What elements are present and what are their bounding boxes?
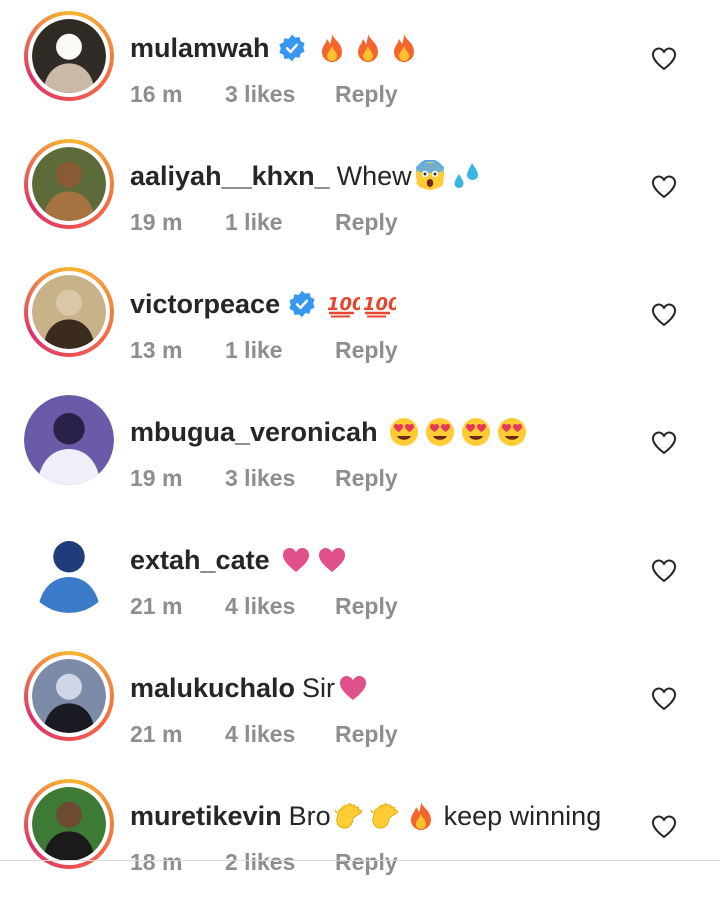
heart-eyes-emoji-icon bbox=[388, 416, 420, 448]
comment-row: mbugua_veronicah 19 m 3 likes Reply bbox=[0, 395, 720, 540]
comment-time: 18 m bbox=[130, 848, 183, 875]
comment-row: mulamwah 16 m 3 likes Reply bbox=[0, 11, 720, 156]
emoji-group bbox=[333, 800, 437, 832]
comment-meta: 18 m 2 likes Reply bbox=[130, 842, 398, 882]
comment-meta: 13 m 1 like Reply bbox=[130, 330, 398, 370]
comment-time: 19 m bbox=[130, 208, 183, 235]
reply-button[interactable]: Reply bbox=[335, 81, 398, 108]
comment-line: muretikevin Bro keep winning bbox=[130, 796, 601, 836]
comment-line: aaliyah__khxn_ Whew bbox=[130, 156, 482, 196]
avatar[interactable] bbox=[24, 11, 114, 101]
emoji-group bbox=[414, 159, 482, 192]
verified-badge-icon bbox=[278, 34, 306, 62]
comment-time: 19 m bbox=[130, 464, 183, 491]
face-screaming-emoji-icon bbox=[414, 159, 446, 192]
comment-line: extah_cate bbox=[130, 540, 348, 580]
comment-time: 21 m bbox=[130, 720, 183, 747]
heart-outline-icon[interactable] bbox=[650, 429, 678, 457]
comment-row: victorpeace 100100 13 m 1 like Reply bbox=[0, 267, 720, 412]
reply-button[interactable]: Reply bbox=[335, 849, 398, 876]
comment-time: 16 m bbox=[130, 80, 183, 107]
likes-count[interactable]: 4 likes bbox=[225, 721, 335, 748]
heart-outline-icon[interactable] bbox=[650, 45, 678, 73]
comment-line: victorpeace 100100 bbox=[130, 284, 401, 324]
fire-emoji-icon bbox=[352, 32, 384, 64]
hundred-emoji-icon: 100 bbox=[326, 288, 365, 320]
username[interactable]: mulamwah bbox=[130, 33, 270, 64]
heart-outline-icon[interactable] bbox=[650, 813, 678, 841]
heart-outline-icon[interactable] bbox=[650, 301, 678, 329]
likes-count[interactable]: 3 likes bbox=[225, 465, 335, 492]
comment-row: extah_cate 21 m 4 likes Reply bbox=[0, 523, 720, 668]
avatar[interactable] bbox=[24, 523, 114, 613]
comment-text-after: keep winning bbox=[443, 800, 602, 831]
comment-meta: 19 m 3 likes Reply bbox=[130, 458, 398, 498]
avatar[interactable] bbox=[24, 779, 114, 869]
heart-eyes-emoji-icon bbox=[424, 416, 456, 448]
likes-count[interactable]: 4 likes bbox=[225, 593, 335, 620]
comment-meta: 19 m 1 like Reply bbox=[130, 202, 398, 242]
hundred-emoji-icon: 100 bbox=[362, 288, 401, 320]
comment-text: Sir bbox=[302, 672, 336, 703]
comment-line: malukuchalo Sir bbox=[130, 668, 369, 708]
comment-meta: 16 m 3 likes Reply bbox=[130, 74, 398, 114]
reply-button[interactable]: Reply bbox=[335, 337, 398, 364]
avatar[interactable] bbox=[24, 395, 114, 485]
likes-count[interactable]: 3 likes bbox=[225, 81, 335, 108]
verified-badge-icon bbox=[288, 290, 316, 318]
emoji-group bbox=[280, 544, 348, 576]
emoji-group bbox=[388, 416, 528, 448]
likes-count[interactable]: 1 like bbox=[225, 337, 335, 364]
emoji-group bbox=[316, 32, 420, 64]
reply-button[interactable]: Reply bbox=[335, 721, 398, 748]
reply-button[interactable]: Reply bbox=[335, 465, 398, 492]
username[interactable]: mbugua_veronicah bbox=[130, 417, 378, 448]
likes-count[interactable]: 1 like bbox=[225, 209, 335, 236]
reply-button[interactable]: Reply bbox=[335, 209, 398, 236]
username[interactable]: aaliyah__khxn_ bbox=[130, 161, 330, 192]
clapping-hands-emoji-icon bbox=[333, 800, 365, 832]
comment-line: mbugua_veronicah bbox=[130, 412, 528, 452]
fire-emoji-icon bbox=[405, 800, 437, 832]
username[interactable]: malukuchalo bbox=[130, 673, 295, 704]
clapping-hands-emoji-icon bbox=[369, 800, 401, 832]
avatar[interactable] bbox=[24, 139, 114, 229]
fire-emoji-icon bbox=[316, 32, 348, 64]
heart-eyes-emoji-icon bbox=[496, 416, 528, 448]
heart-eyes-emoji-icon bbox=[460, 416, 492, 448]
comment-time: 21 m bbox=[130, 592, 183, 619]
comment-time: 13 m bbox=[130, 336, 183, 363]
comment-meta: 21 m 4 likes Reply bbox=[130, 586, 398, 626]
comment-row: aaliyah__khxn_ Whew 19 m 1 like Reply bbox=[0, 139, 720, 284]
reply-button[interactable]: Reply bbox=[335, 593, 398, 620]
comment-row: malukuchalo Sir 21 m 4 likes Reply bbox=[0, 651, 720, 796]
comment-text: Whew bbox=[336, 160, 412, 191]
pink-heart-emoji-icon bbox=[337, 672, 369, 704]
sweat-droplets-emoji-icon bbox=[450, 160, 482, 192]
comment-meta: 21 m 4 likes Reply bbox=[130, 714, 398, 754]
avatar[interactable] bbox=[24, 267, 114, 357]
username[interactable]: extah_cate bbox=[130, 545, 270, 576]
comment-line: mulamwah bbox=[130, 28, 420, 68]
username[interactable]: victorpeace bbox=[130, 289, 280, 320]
divider bbox=[0, 860, 720, 861]
emoji-group: 100100 bbox=[326, 288, 401, 320]
heart-outline-icon[interactable] bbox=[650, 173, 678, 201]
pink-heart-emoji-icon bbox=[280, 544, 312, 576]
heart-outline-icon[interactable] bbox=[650, 557, 678, 585]
fire-emoji-icon bbox=[388, 32, 420, 64]
comment-text: Bro bbox=[288, 800, 331, 831]
heart-outline-icon[interactable] bbox=[650, 685, 678, 713]
likes-count[interactable]: 2 likes bbox=[225, 849, 335, 876]
emoji-group bbox=[337, 672, 369, 704]
avatar[interactable] bbox=[24, 651, 114, 741]
username[interactable]: muretikevin bbox=[130, 801, 282, 832]
pink-heart-emoji-icon bbox=[316, 544, 348, 576]
